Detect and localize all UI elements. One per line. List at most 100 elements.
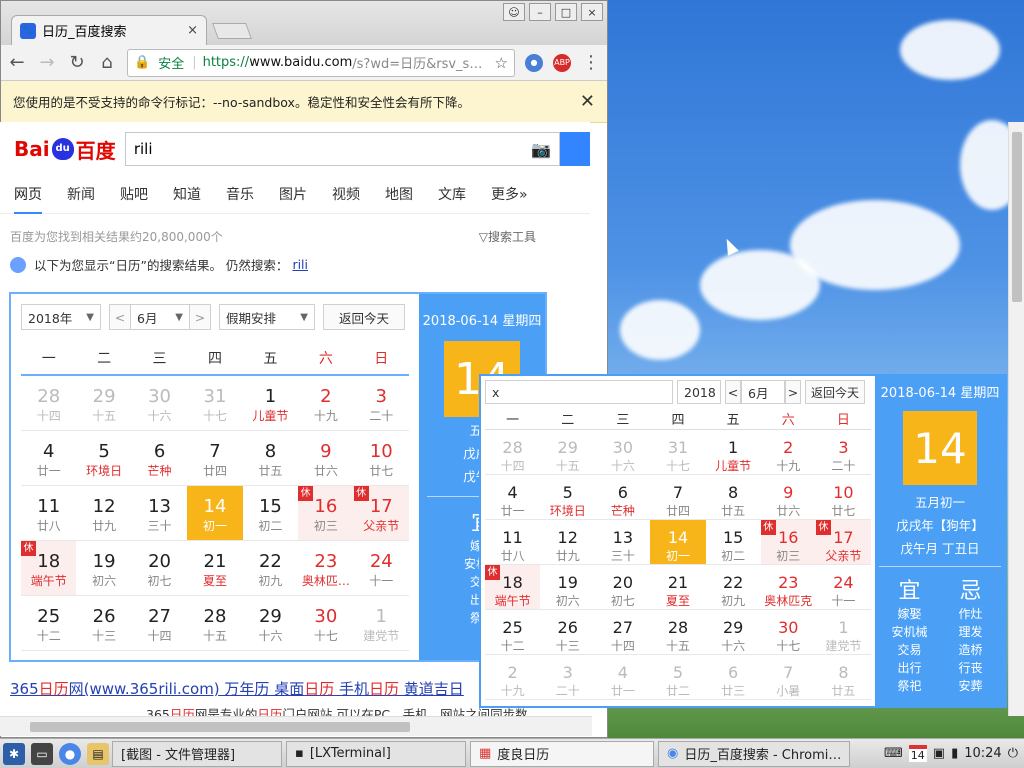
minimize-button[interactable]: – (529, 3, 551, 21)
calendar-day-cell[interactable]: 13 三十 (132, 486, 187, 540)
calendar-day-cell[interactable]: 15 初二 (706, 520, 761, 564)
calendar-day-cell[interactable]: 24 十一 (816, 565, 871, 609)
calendar-day-cell[interactable]: 休 18 端午节 (485, 565, 541, 609)
calendar-day-cell[interactable]: 25 十二 (21, 596, 76, 650)
year-select[interactable]: 2018年 ▼ (21, 304, 101, 330)
scroll-thumb[interactable] (30, 722, 410, 732)
file-manager-launcher-icon[interactable]: ▤ (87, 742, 109, 765)
calendar-day-cell[interactable]: 19 初六 (540, 565, 595, 609)
calendar-day-cell[interactable]: 5 环境日 (76, 431, 131, 485)
calendar-day-cell[interactable]: 10 廿七 (816, 475, 871, 519)
calendar-day-cell[interactable]: 23 奥林匹克 (761, 565, 816, 609)
calendar-day-cell[interactable]: 8 廿五 (816, 655, 871, 699)
calendar-day-cell[interactable]: 2 十九 (485, 655, 540, 699)
calendar-day-cell[interactable]: 7 廿四 (187, 431, 242, 485)
widget-search-input[interactable]: x (485, 380, 673, 404)
chrome-launcher-icon[interactable]: ● (59, 742, 81, 765)
task-calendar[interactable]: ▦ 度良日历 (470, 740, 654, 767)
calendar-day-cell[interactable]: 22 初九 (243, 541, 298, 595)
battery-icon[interactable]: ▮ (951, 746, 958, 761)
maximize-button[interactable]: □ (555, 3, 577, 21)
calendar-day-cell[interactable]: 14 初一 (187, 486, 243, 540)
network-icon[interactable]: ▣ (933, 746, 945, 761)
extension-globe-icon[interactable]: ● (525, 53, 543, 72)
calendar-day-cell[interactable]: 12 廿九 (540, 520, 595, 564)
tab-zhidao[interactable]: 知道 (173, 178, 201, 214)
power-icon[interactable]: ⏻ (1008, 746, 1018, 761)
calendar-day-cell[interactable]: 28 十四 (21, 376, 76, 430)
forward-arrow-icon[interactable]: → (37, 52, 57, 73)
address-bar[interactable]: 🔒 安全 | https:// www.baidu.com /s?wd=日历&r… (127, 48, 515, 77)
widget-month-field[interactable]: 6月 (741, 380, 785, 404)
profile-icon[interactable]: ☺ (503, 3, 525, 21)
calendar-day-cell[interactable]: 30 十七 (761, 610, 816, 654)
calendar-day-cell[interactable]: 19 初六 (76, 541, 131, 595)
calendar-day-cell[interactable]: 9 廿六 (761, 475, 816, 519)
next-month-button[interactable]: > (189, 304, 211, 330)
calendar-day-cell[interactable]: 休 16 初三 (760, 520, 816, 564)
calendar-day-cell[interactable]: 1 儿童节 (706, 430, 761, 474)
calendar-day-cell[interactable]: 2 十九 (298, 376, 353, 430)
calendar-day-cell[interactable]: 10 廿七 (354, 431, 409, 485)
tray-calendar-icon[interactable]: 14 (908, 745, 927, 762)
baidu-logo[interactable]: Bai du 百度 (14, 135, 125, 164)
calendar-day-cell[interactable]: 21 夏至 (650, 565, 705, 609)
calendar-day-cell[interactable]: 29 十六 (706, 610, 761, 654)
browser-tab[interactable]: 🐾 日历_百度搜索 × (11, 15, 207, 45)
calendar-day-cell[interactable]: 31 十七 (650, 430, 705, 474)
calendar-day-cell[interactable]: 休 17 父亲节 (353, 486, 409, 540)
calendar-day-cell[interactable]: 21 夏至 (187, 541, 242, 595)
start-menu-icon[interactable]: ✱ (3, 742, 25, 765)
tab-map[interactable]: 地图 (385, 178, 413, 214)
calendar-day-cell[interactable]: 7 廿四 (650, 475, 705, 519)
search-input[interactable]: rili 📷 (124, 132, 561, 166)
holiday-select[interactable]: 假期安排 ▼ (219, 304, 315, 330)
tab-web[interactable]: 网页 (14, 178, 42, 214)
back-to-today-button[interactable]: 返回今天 (323, 304, 405, 330)
calendar-day-cell[interactable]: 休 17 父亲节 (815, 520, 871, 564)
calendar-day-cell[interactable]: 5 环境日 (540, 475, 595, 519)
calendar-day-cell[interactable]: 27 十四 (595, 610, 650, 654)
tab-close-icon[interactable]: × (187, 23, 198, 38)
calendar-day-cell[interactable]: 9 廿六 (298, 431, 353, 485)
calendar-day-cell[interactable]: 23 奥林匹… (298, 541, 353, 595)
calendar-day-cell[interactable]: 28 十四 (485, 430, 540, 474)
calendar-day-cell[interactable]: 5 廿二 (650, 655, 705, 699)
tab-more[interactable]: 更多» (491, 178, 528, 214)
new-tab-button[interactable] (212, 23, 252, 39)
menu-kebab-icon[interactable]: ⋮ (581, 52, 601, 73)
camera-icon[interactable]: 📷 (531, 140, 551, 159)
page-vertical-scrollbar[interactable] (1008, 122, 1024, 716)
calendar-day-cell[interactable]: 28 十五 (187, 596, 242, 650)
calendar-day-cell[interactable]: 11 廿八 (485, 520, 540, 564)
widget-next-month-button[interactable]: > (785, 380, 801, 404)
calendar-day-cell[interactable]: 4 廿一 (485, 475, 540, 519)
page-horizontal-scrollbar[interactable] (0, 716, 592, 736)
clock[interactable]: 10:24 (964, 746, 1001, 761)
calendar-day-cell[interactable]: 20 初七 (132, 541, 187, 595)
reload-icon[interactable]: ↻ (67, 52, 87, 73)
tab-wenku[interactable]: 文库 (438, 178, 466, 214)
close-window-button[interactable]: × (581, 3, 603, 21)
calendar-day-cell[interactable]: 休 18 端午节 (21, 541, 77, 595)
result-title-link[interactable]: 365日历网(www.365rili.com) 万年历 桌面日历 手机日历 黄道… (10, 678, 480, 699)
prev-month-button[interactable]: < (109, 304, 131, 330)
calendar-day-cell[interactable]: 20 初七 (595, 565, 650, 609)
tab-music[interactable]: 音乐 (226, 178, 254, 214)
calendar-day-cell[interactable]: 30 十七 (298, 596, 353, 650)
calendar-day-cell[interactable]: 3 二十 (540, 655, 595, 699)
calendar-day-cell[interactable]: 3 二十 (816, 430, 871, 474)
calendar-day-cell[interactable]: 3 二十 (354, 376, 409, 430)
calendar-day-cell[interactable]: 13 三十 (595, 520, 650, 564)
widget-back-to-today-button[interactable]: 返回今天 (805, 380, 865, 404)
calendar-day-cell[interactable]: 26 十三 (540, 610, 595, 654)
calendar-day-cell[interactable]: 4 廿一 (21, 431, 76, 485)
widget-prev-month-button[interactable]: < (725, 380, 741, 404)
calendar-day-cell[interactable]: 30 十六 (595, 430, 650, 474)
calendar-day-cell[interactable]: 29 十六 (243, 596, 298, 650)
show-desktop-icon[interactable]: ▭ (31, 742, 53, 765)
calendar-day-cell[interactable]: 12 廿九 (76, 486, 131, 540)
home-icon[interactable]: ⌂ (97, 52, 117, 73)
task-chromium[interactable]: ◉ 日历_百度搜索 - Chromi… (658, 740, 850, 767)
task-file-manager[interactable]: [截图 - 文件管理器] (112, 740, 282, 767)
